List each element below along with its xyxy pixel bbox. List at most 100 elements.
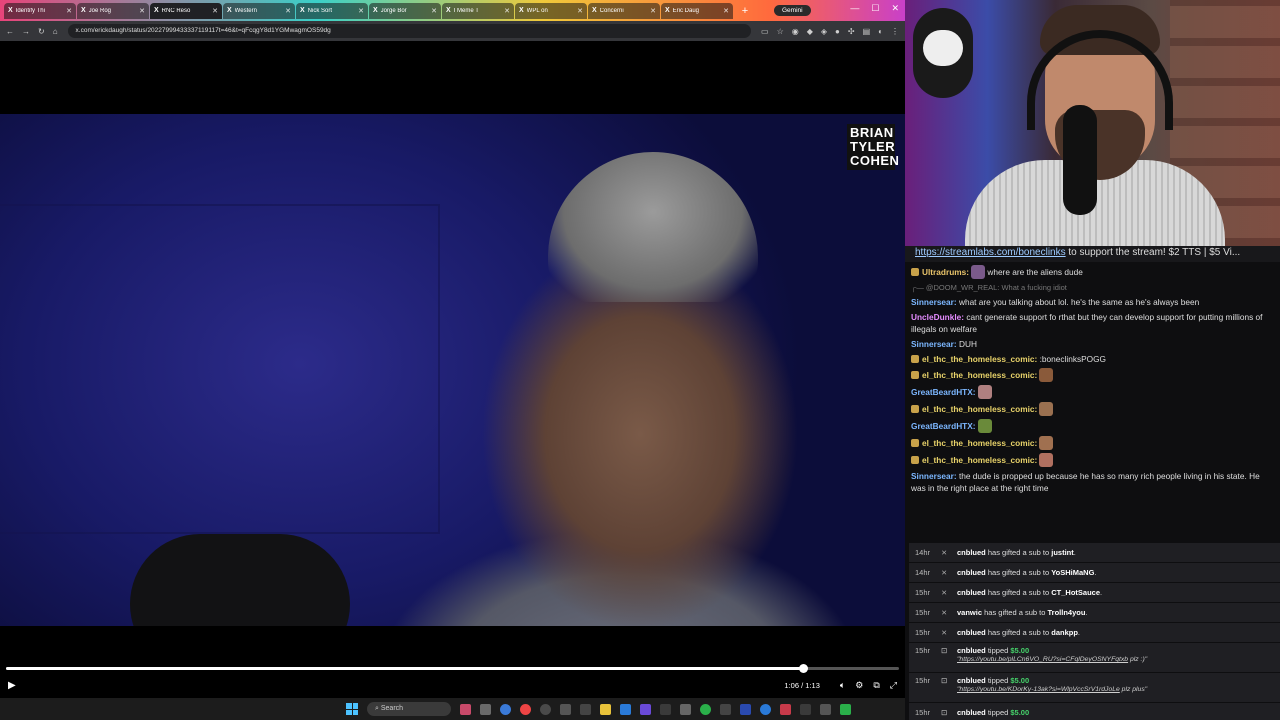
background-panel [0,204,440,534]
play-icon[interactable]: ▶ [8,680,16,691]
tab-close-icon[interactable]: ✕ [139,7,145,15]
chat-username[interactable]: Ultradrums: [922,267,969,277]
event-target[interactable]: Trolln4you [1047,608,1085,617]
event-user[interactable]: vanwic [957,608,982,617]
reload-icon[interactable]: ↻ [38,27,45,36]
new-tab-button[interactable]: + [738,5,752,17]
app-icon[interactable] [660,703,671,715]
url-field[interactable]: x.com/erickdaugh/status/2022799943333711… [67,24,752,38]
windows-start-icon[interactable] [346,703,358,715]
browser-tab[interactable]: X Eric Daug ✕ [661,2,733,19]
bookmark-star-icon[interactable]: ☆ [777,27,784,36]
tab-close-icon[interactable]: ✕ [285,7,291,15]
tip-link[interactable]: "https://youtu.be/KDorKy-13ak?si=WlpVccS… [957,686,1120,693]
event-user[interactable]: cnblued [957,548,986,557]
extension-icon[interactable]: ◆ [807,27,813,36]
event-user[interactable]: cnblued [957,628,986,637]
tab-close-icon[interactable]: ✕ [66,7,72,15]
gemini-button[interactable]: Gemini [774,5,811,16]
browser-tab[interactable]: X RNC Reso ✕ [150,2,222,19]
event-target[interactable]: YoSHiMaNG [1051,568,1094,577]
picture-in-picture-icon[interactable]: ⧉ [873,680,879,691]
forward-icon[interactable]: → [22,27,30,36]
task-view-icon[interactable] [480,703,491,715]
event-target[interactable]: CT_HotSauce [1051,588,1100,597]
progress-scrubber[interactable] [799,664,809,673]
sidepanel-icon[interactable]: ▤ [863,27,871,36]
browser-tab[interactable]: X Western ✕ [223,2,295,19]
tab-close-icon[interactable]: ✕ [650,7,656,15]
event-user[interactable]: cnblued [957,568,986,577]
app-icon[interactable] [800,703,811,715]
back-icon[interactable]: ← [6,27,14,36]
browser-tab[interactable]: X Joe Rog ✕ [77,2,149,19]
chat-username[interactable]: el_thc_the_homeless_comic: [922,404,1037,414]
app-icon[interactable] [540,703,551,715]
app-icon[interactable] [620,703,631,715]
tip-link[interactable]: "https://youtu.be/plLCn6VO_RU?si=CFqlDey… [957,656,1128,663]
chat-username[interactable]: el_thc_the_homeless_comic: [922,370,1037,380]
app-icon[interactable] [820,703,831,715]
app-icon[interactable] [680,703,691,715]
folder-icon[interactable] [600,703,611,715]
app-icon[interactable] [560,703,571,715]
tab-close-icon[interactable]: ✕ [212,7,218,15]
tab-close-icon[interactable]: ✕ [577,7,583,15]
pinned-link[interactable]: https://streamlabs.com/boneclinks [915,247,1066,258]
tab-close-icon[interactable]: ✕ [504,7,510,15]
chat-username[interactable]: UncleDunkle: [911,312,964,322]
browser-tab[interactable]: X Concerni ✕ [588,2,660,19]
chat-username[interactable]: GreatBeardHTX: [911,421,976,431]
menu-dots-icon[interactable]: ⋮ [891,27,899,36]
browser-tab[interactable]: X WPL on ✕ [515,2,587,19]
extension-icon[interactable]: ● [835,27,840,36]
extensions-puzzle-icon[interactable]: ✣ [848,27,855,36]
taskbar-search[interactable]: ⌕ Search [367,702,451,716]
event-user[interactable]: cnblued [957,676,986,685]
maximize-icon[interactable]: ☐ [871,3,879,14]
chrome-icon[interactable] [520,703,531,715]
tab-close-icon[interactable]: ✕ [723,7,729,15]
browser-tab[interactable]: X Nick Sort ✕ [296,2,368,19]
volume-icon[interactable]: 🔈︎ [840,680,845,691]
app-icon[interactable] [740,703,751,715]
extension-icon[interactable]: ◉ [792,27,799,36]
tab-close-icon[interactable]: ✕ [358,7,364,15]
minimize-icon[interactable]: — [850,3,859,14]
app-icon[interactable] [460,703,471,715]
app-icon[interactable] [500,703,511,715]
chat-username[interactable]: el_thc_the_homeless_comic: [922,354,1037,364]
browser-tab[interactable]: XI Meme T ✕ [442,2,514,19]
video-progress-bar[interactable] [6,664,899,673]
tab-close-icon[interactable]: ✕ [431,7,437,15]
event-target[interactable]: dankpp [1051,628,1078,637]
chat-username[interactable]: GreatBeardHTX: [911,387,976,397]
video-player[interactable]: BRIAN TYLER COHEN [0,114,905,626]
fullscreen-icon[interactable]: ⤢ [890,680,897,691]
chat-username[interactable]: Sinnersear: [911,297,957,307]
app-icon[interactable] [780,703,791,715]
app-icon[interactable] [840,703,851,715]
tip-amount: $5.00 [1010,646,1030,655]
event-user[interactable]: cnblued [957,708,986,717]
app-icon[interactable] [760,703,771,715]
close-icon[interactable]: ✕ [891,3,899,14]
discord-icon[interactable] [640,703,651,715]
app-icon[interactable] [580,703,591,715]
chat-username[interactable]: Sinnersear: [911,471,957,481]
cast-icon[interactable]: ▭ [761,27,769,36]
browser-tab[interactable]: X Identify Thi ✕ [4,2,76,19]
app-icon[interactable] [720,703,731,715]
spotify-icon[interactable] [700,703,711,715]
event-user[interactable]: cnblued [957,646,986,655]
profile-avatar-icon[interactable]: ◐ [878,27,883,36]
extension-icon[interactable]: ◈ [821,27,827,36]
home-icon[interactable]: ⌂ [53,27,58,36]
event-target[interactable]: justint [1051,548,1074,557]
chat-username[interactable]: el_thc_the_homeless_comic: [922,455,1037,465]
chat-username[interactable]: Sinnersear: [911,339,957,349]
chat-username[interactable]: el_thc_the_homeless_comic: [922,438,1037,448]
browser-tab[interactable]: X Jorge Bor ✕ [369,2,441,19]
settings-gear-icon[interactable]: ⚙ [855,680,863,691]
event-user[interactable]: cnblued [957,588,986,597]
